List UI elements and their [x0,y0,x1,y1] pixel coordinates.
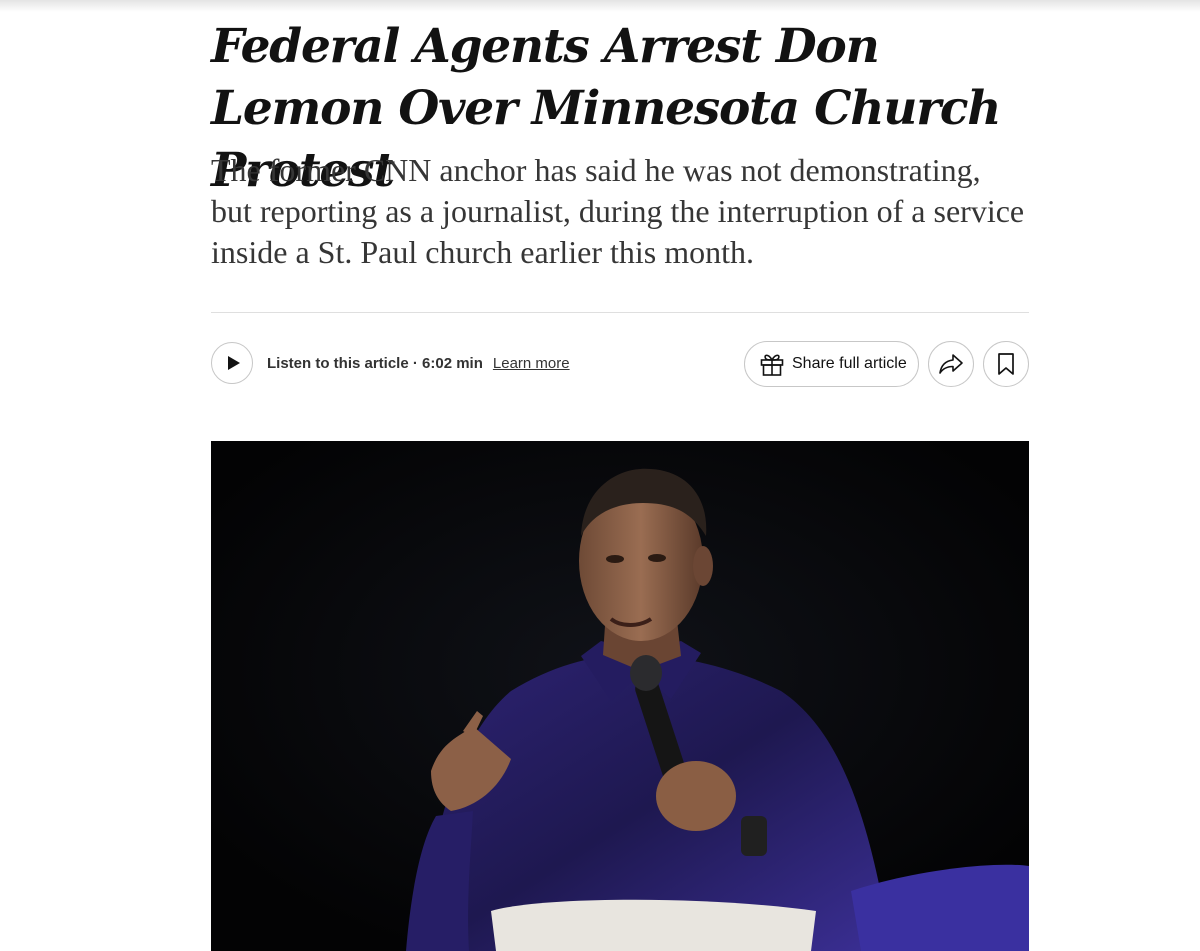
share-full-article-label: Share full article [792,355,907,372]
share-full-article-button[interactable]: Share full article [744,341,919,387]
header-divider [211,312,1029,313]
browser-top-shadow [0,0,1200,12]
listen-label: Listen to this article · 6:02 min [267,354,483,372]
gift-icon [760,354,784,376]
play-icon [227,356,240,370]
learn-more-link[interactable]: Learn more [493,355,570,372]
bookmark-icon [998,353,1014,375]
play-button[interactable] [211,342,253,384]
save-bookmark-button[interactable] [983,341,1029,387]
audio-player: Listen to this article · 6:02 min Learn … [211,341,570,385]
article-summary: The former CNN anchor has said he was no… [211,152,1025,270]
article-page: Federal Agents Arrest Don Lemon Over Min… [0,0,1200,951]
share-arrow-icon [939,354,963,374]
lead-photo-image [211,441,1029,951]
lead-photo [211,441,1029,951]
share-button[interactable] [928,341,974,387]
